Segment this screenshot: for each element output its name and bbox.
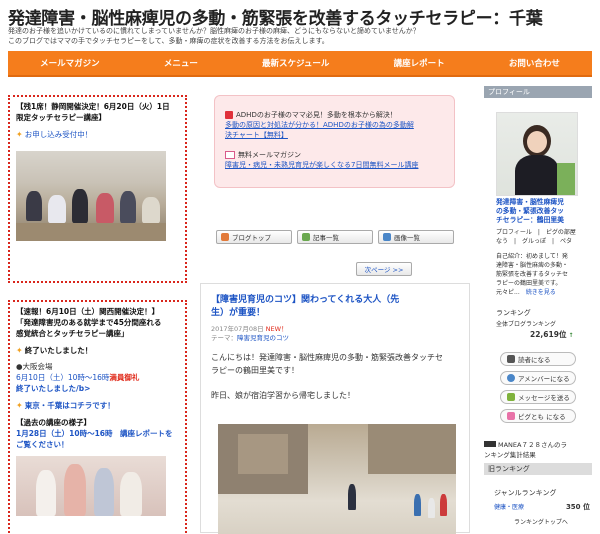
article-title[interactable]: 【障害児育児のコツ】関わってくれる大人（先 生）が重要！ <box>211 294 461 320</box>
send-message-button[interactable]: メッセージを送る <box>500 390 576 404</box>
home-icon <box>221 233 229 241</box>
article-theme-link[interactable]: 障害児育児のコツ <box>237 334 289 342</box>
blog-description-line2: このブログではママの手でタッチセラピーをして、多動・麻痺の症状を改善する方法をお… <box>8 37 329 45</box>
article-body-line1: こんにちは！発達障害・脳性麻痺児の多動・筋緊張改善タッチセ <box>211 353 443 362</box>
past-course-line1[interactable]: 1月28日（土）10時〜16時 講座レポートを <box>16 428 179 439</box>
adhd-promo-text: ADHDのお子様のママ必見！多動を根本から解決！ <box>236 111 397 119</box>
rank-up-icon: ↑ <box>566 332 574 339</box>
kansai-course-title-line2: 「発達障害児のある就学まで45分間座れる <box>16 318 162 327</box>
past-course-photo[interactable] <box>16 456 166 516</box>
profile-intro: 自己紹介：初めまして！発 達障害・脳性麻痺の多動・ 筋緊張を改善するタッチセ ラ… <box>496 253 569 296</box>
sparkle-icon: ✦ <box>16 346 23 355</box>
article-photo[interactable] <box>218 424 456 534</box>
article-theme-line: テーマ：障害児育児のコツ <box>211 334 289 342</box>
genre-item-link[interactable]: 健康・医療 <box>494 503 524 512</box>
genre-rank-value: 350 位 <box>565 503 590 511</box>
blog-top-button[interactable]: ブログトップ <box>216 230 292 244</box>
shizuoka-course-title-line1: 【残1席！静岡開催決定！6月20日（火）1日 <box>16 102 170 111</box>
old-ranking-heading: 旧ランキング <box>484 463 592 475</box>
all-ranking-link[interactable]: 全体ブログランキング <box>496 320 556 329</box>
article-body-line2: ラピーの鶴田里美です！ <box>211 366 299 375</box>
global-navigation: メールマガジン メニュー 最新スケジュール 講座レポート お問い合わせ <box>8 51 592 77</box>
next-page-button[interactable]: 次ページ >> <box>356 262 412 276</box>
become-reader-button[interactable]: 読者になる <box>500 352 576 366</box>
image-icon <box>383 233 391 241</box>
nav-item-mail-magazine[interactable]: メールマガジン <box>40 57 100 69</box>
mail-course-link[interactable]: 障害児・病児・未熟児育児が楽しくなる7日間無料メール講座 <box>225 160 444 170</box>
sparkle-icon: ✦ <box>16 401 23 410</box>
genre-ranking-label: ジャンルランキング <box>494 489 557 497</box>
nav-item-schedule[interactable]: 最新スケジュール <box>262 57 329 69</box>
article-list-button[interactable]: 記事一覧 <box>297 230 373 244</box>
blog-description-line1: 発達のお子様を追いかけているのに慣れてしまっていませんか？脳性麻痺のお子様の麻痺… <box>8 27 420 35</box>
nav-item-contact[interactable]: お問い合わせ <box>509 57 560 69</box>
mail-magazine-label: 無料メールマガジン <box>238 151 301 159</box>
gift-icon <box>225 111 233 119</box>
profile-avatar[interactable] <box>496 112 578 196</box>
reader-icon <box>507 355 515 363</box>
article-date-line: 2017年07月08日 NEW！ <box>211 325 461 334</box>
kansai-course-title-line1: 【速報！6月10日（土）関西開催決定！】 <box>16 307 160 316</box>
nav-item-menu[interactable]: メニュー <box>164 57 198 69</box>
shizuoka-course-box: 【残1席！静岡開催決定！6月20日（火）1日 限定タッチセラピー講座】 ✦ お申… <box>8 95 187 283</box>
finished-notice: 終了いたしました！ <box>24 346 93 355</box>
ranking-logo-icon <box>484 441 496 447</box>
osaka-date-line: 6月10日（土）10時〜16時満員御礼 <box>16 372 179 383</box>
tokyo-chiba-link[interactable]: 東京・千葉はコチラです！ <box>25 400 115 411</box>
kansai-course-box: 【速報！6月10日（土）関西開催決定！】 「発達障害児のある就学まで45分間座れ… <box>8 300 187 533</box>
ranking-top-link[interactable]: ランキングトップへ <box>514 518 568 527</box>
manea-ranking: MANEA７２８さんのラ ンキング集計結果 <box>484 441 567 459</box>
sparkle-icon: ✦ <box>16 130 23 139</box>
course-photo[interactable] <box>16 151 166 241</box>
past-course-line2[interactable]: ご覧ください！ <box>16 439 179 450</box>
mail-icon <box>225 151 235 159</box>
rank-value: 22,619位 ↑ <box>530 330 574 339</box>
adhd-chart-link[interactable]: 多動の原因と対処法が分かる！ADHDのお子様の為の多動解 決チャート【無料】 <box>225 120 444 140</box>
read-more-link[interactable]: 続きを見る <box>526 289 556 296</box>
profile-name[interactable]: 発達障害・脳性麻痺児 の多動・緊張改善タッ チセラピー：鶴田里美 <box>496 198 586 225</box>
nav-item-course-report[interactable]: 講座レポート <box>394 57 445 69</box>
new-badge: NEW！ <box>265 325 288 333</box>
osaka-venue: ●大阪会場 <box>16 362 53 371</box>
past-course-title: 【過去の講座の様子】 <box>16 418 91 427</box>
profile-heading: プロフィール <box>484 86 592 98</box>
profile-links[interactable]: プロフィール | ピグの部屋 なう | グルっぽ | ペタ <box>496 228 590 246</box>
genre-ranking-row: 健康・医療 350 位 <box>494 503 590 512</box>
list-icon <box>302 233 310 241</box>
shizuoka-course-title-line2: 限定タッチセラピー講座】 <box>16 113 106 122</box>
pigg-friend-button[interactable]: ピグとも になる <box>500 409 576 423</box>
promo-box: ADHDのお子様のママ必見！多動を根本から解決！ 多動の原因と対処法が分かる！A… <box>214 95 455 188</box>
osaka-date: 6月10日（土）10時〜16時 <box>16 373 110 382</box>
amember-icon <box>507 374 515 382</box>
article: 【障害児育児のコツ】関わってくれる大人（先 生）が重要！ 2017年07月08日… <box>200 283 470 534</box>
finished-notice-2: 終了いたしました/b> <box>16 384 91 393</box>
apply-link[interactable]: お申し込み受付中！ <box>25 129 93 140</box>
become-amember-button[interactable]: アメンバーになる <box>500 371 576 385</box>
article-body-line3: 昨日、娘が宿泊学習から帰宅しました！ <box>211 391 355 400</box>
full-capacity-badge: 満員御礼 <box>109 373 140 382</box>
kansai-course-title-line3: 感覚統合とタッチセラピー講座」 <box>16 329 129 338</box>
message-icon <box>507 393 515 401</box>
pigg-icon <box>507 412 515 420</box>
image-list-button[interactable]: 画像一覧 <box>378 230 454 244</box>
ranking-label: ランキング <box>496 309 531 317</box>
article-date: 2017年07月08日 <box>211 325 264 333</box>
